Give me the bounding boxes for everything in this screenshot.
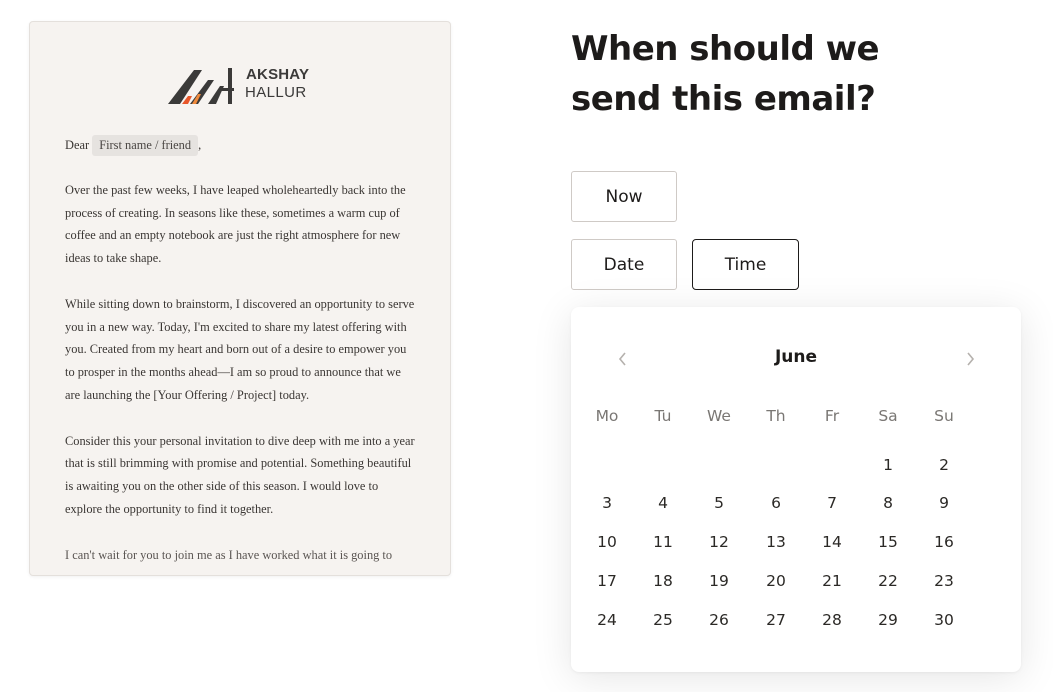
calendar-day-10[interactable]: 10 (587, 527, 627, 557)
date-picker-calendar: June Mo Tu We Th Fr Sa Su 1 2 3 4 5 6 7 8 9 10 11 12 13 14 15… (571, 307, 1021, 672)
weekday-sa: Sa (878, 407, 898, 425)
calendar-day-12[interactable]: 12 (699, 527, 739, 557)
page-title: When should we send this email? (571, 29, 880, 119)
weekday-tu: Tu (654, 407, 672, 425)
calendar-day-13[interactable]: 13 (756, 527, 796, 557)
email-body: Dear First name / friend, Over the past … (65, 134, 417, 575)
pick-date-button[interactable]: Date (571, 239, 677, 290)
calendar-day-29[interactable]: 29 (868, 605, 908, 635)
calendar-day-2[interactable]: 2 (924, 450, 964, 480)
calendar-day-6[interactable]: 6 (756, 488, 796, 518)
calendar-day-30[interactable]: 30 (924, 605, 964, 635)
merge-tag-first-name[interactable]: First name / friend (92, 135, 199, 156)
weekday-fr: Fr (824, 407, 840, 425)
weekday-th: Th (766, 407, 786, 425)
calendar-day-9[interactable]: 9 (924, 488, 964, 518)
calendar-day-15[interactable]: 15 (868, 527, 908, 557)
pick-time-button[interactable]: Time (692, 239, 799, 290)
calendar-day-20[interactable]: 20 (756, 566, 796, 596)
calendar-day-3[interactable]: 3 (587, 488, 627, 518)
chevron-right-icon (967, 352, 975, 366)
calendar-day-27[interactable]: 27 (756, 605, 796, 635)
email-greeting: Dear First name / friend, (65, 134, 417, 157)
calendar-day-8[interactable]: 8 (868, 488, 908, 518)
calendar-day-28[interactable]: 28 (812, 605, 852, 635)
calendar-day-7[interactable]: 7 (812, 488, 852, 518)
brand-logo: AKSHAY HALLUR (168, 64, 318, 106)
email-paragraph-3: Consider this your personal invitation t… (65, 433, 415, 516)
calendar-day-17[interactable]: 17 (587, 566, 627, 596)
email-paragraph-4: I can't wait for you to join me as I hav… (65, 547, 393, 562)
calendar-day-4[interactable]: 4 (643, 488, 683, 518)
calendar-day-23[interactable]: 23 (924, 566, 964, 596)
calendar-day-11[interactable]: 11 (643, 527, 683, 557)
calendar-month: June (774, 347, 818, 367)
weekday-su: Su (934, 407, 954, 425)
weekday-we: We (707, 407, 731, 425)
calendar-day-24[interactable]: 24 (587, 605, 627, 635)
logo-mark-icon (168, 68, 234, 104)
greeting-prefix: Dear (65, 138, 90, 152)
email-preview-card: AKSHAY HALLUR Dear First name / friend, … (29, 21, 451, 576)
calendar-day-22[interactable]: 22 (868, 566, 908, 596)
weekday-mo: Mo (595, 407, 619, 425)
next-month-button[interactable] (958, 347, 982, 371)
calendar-day-25[interactable]: 25 (643, 605, 683, 635)
calendar-day-18[interactable]: 18 (643, 566, 683, 596)
calendar-day-16[interactable]: 16 (924, 527, 964, 557)
email-paragraph-2: While sitting down to brainstorm, I disc… (65, 296, 415, 402)
calendar-day-26[interactable]: 26 (699, 605, 739, 635)
calendar-day-21[interactable]: 21 (812, 566, 852, 596)
calendar-day-14[interactable]: 14 (812, 527, 852, 557)
logo-subname: HALLUR (245, 84, 307, 101)
calendar-day-19[interactable]: 19 (699, 566, 739, 596)
email-paragraph-1: Over the past few weeks, I have leaped w… (65, 182, 406, 266)
calendar-day-5[interactable]: 5 (699, 488, 739, 518)
calendar-day-1[interactable]: 1 (868, 450, 908, 480)
send-now-button[interactable]: Now (571, 171, 677, 222)
logo-name: AKSHAY (246, 66, 310, 83)
greeting-suffix: , (198, 138, 202, 152)
